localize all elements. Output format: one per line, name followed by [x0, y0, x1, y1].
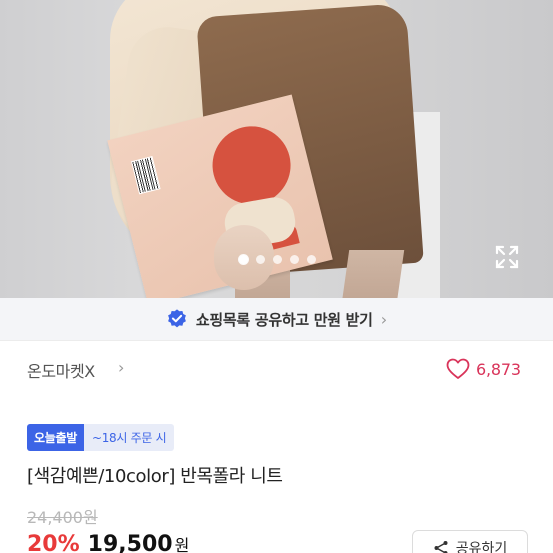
store-name-link[interactable]: 온도마켓X — [27, 358, 95, 382]
like-count: 6,873 — [476, 359, 521, 379]
photo-barcode — [131, 156, 161, 195]
carousel-dot[interactable] — [256, 255, 265, 264]
chevron-right-icon: › — [380, 309, 388, 329]
sale-price: 19,500 — [87, 532, 173, 553]
divider — [0, 340, 553, 341]
photo-book-graphic — [204, 118, 299, 213]
photo-leg — [340, 250, 405, 298]
order-cutoff-badge: ~18시 주문 시 — [83, 424, 175, 451]
like-button[interactable]: 6,873 — [446, 358, 521, 380]
carousel-dot[interactable] — [239, 255, 248, 264]
heart-icon — [446, 358, 470, 379]
share-promo-banner[interactable]: 쇼핑목록 공유하고 만원 받기 › — [0, 298, 553, 340]
share-icon — [434, 541, 448, 553]
price-row: 20% 19,500 원 — [27, 532, 189, 553]
carousel-dot[interactable] — [273, 255, 282, 264]
carousel-dot[interactable] — [290, 255, 299, 264]
discount-rate: 20% — [27, 532, 80, 553]
product-image[interactable] — [0, 0, 553, 298]
carousel-indicator — [239, 255, 316, 264]
delivery-badges: 오늘출발 ~18시 주문 시 — [27, 424, 175, 451]
currency-unit: 원 — [174, 536, 190, 553]
today-shipping-badge: 오늘출발 — [27, 424, 84, 451]
product-title: [색감예쁜/10color] 반목폴라 니트 — [27, 466, 283, 487]
share-button[interactable]: 공유하기 — [412, 530, 528, 553]
store-row: 온도마켓X › 6,873 — [0, 352, 553, 388]
chevron-right-icon[interactable]: › — [118, 358, 124, 377]
verified-check-icon — [168, 309, 186, 328]
share-button-label: 공유하기 — [455, 541, 508, 553]
original-price: 24,400원 — [27, 508, 98, 527]
share-promo-text: 쇼핑목록 공유하고 만원 받기 — [195, 310, 373, 329]
carousel-dot[interactable] — [307, 255, 316, 264]
expand-icon[interactable] — [494, 244, 520, 270]
